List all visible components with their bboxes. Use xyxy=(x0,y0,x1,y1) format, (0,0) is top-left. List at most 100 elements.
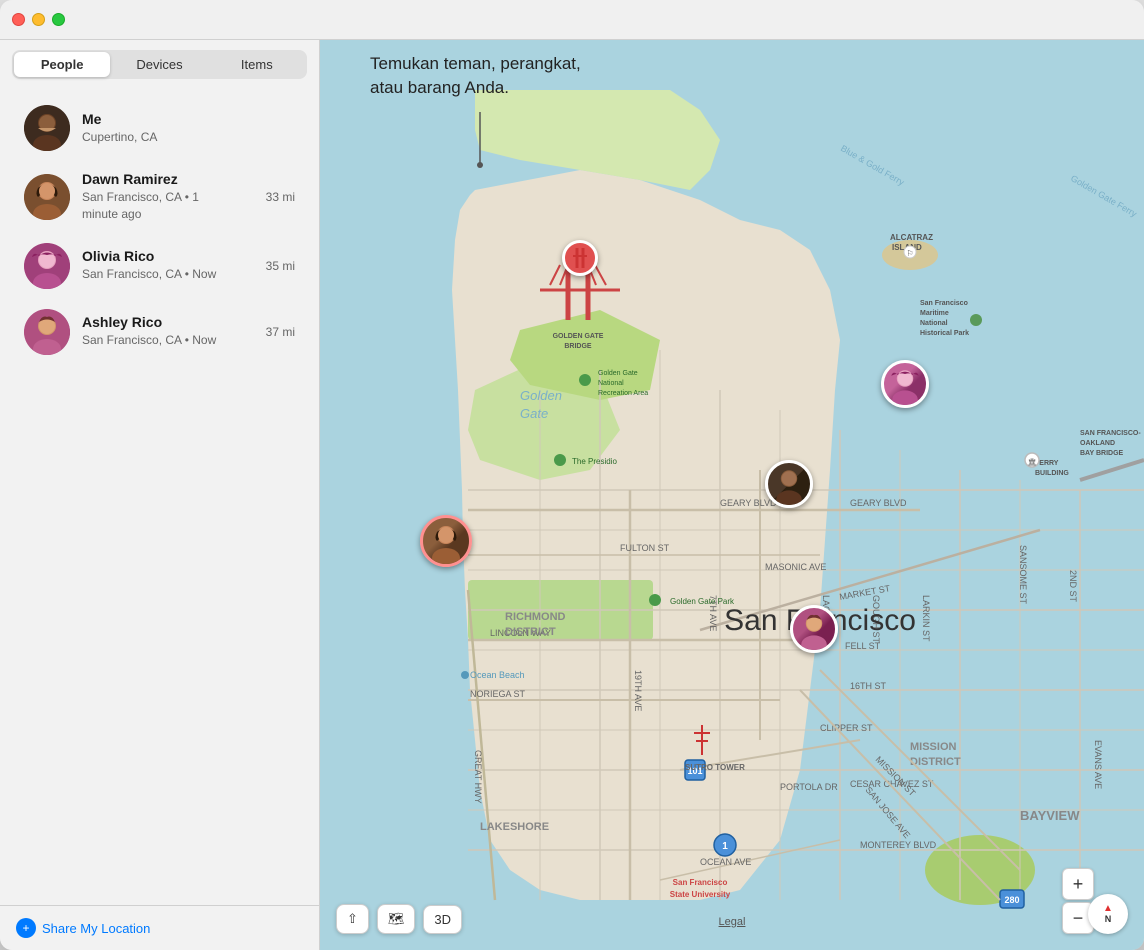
person-location-me: Cupertino, CA xyxy=(82,129,295,146)
svg-text:EVANS AVE: EVANS AVE xyxy=(1093,740,1103,789)
avatar-me xyxy=(24,105,70,151)
person-name-me: Me xyxy=(82,111,295,127)
map-pin-golden-gate[interactable] xyxy=(562,240,598,276)
person-name-olivia: Olivia Rico xyxy=(82,248,258,264)
tab-devices[interactable]: Devices xyxy=(111,52,207,77)
person-distance-olivia: 35 mi xyxy=(266,259,295,273)
close-button[interactable] xyxy=(12,13,25,26)
person-item-me[interactable]: Me Cupertino, CA xyxy=(8,95,311,161)
svg-text:San Francisco: San Francisco xyxy=(673,878,728,887)
svg-text:DISTRICT: DISTRICT xyxy=(505,626,556,638)
svg-text:GEARY BLVD: GEARY BLVD xyxy=(720,498,777,508)
main-content: People Devices Items xyxy=(0,40,1144,950)
svg-text:19TH AVE: 19TH AVE xyxy=(633,670,643,711)
svg-text:MONTEREY BLVD: MONTEREY BLVD xyxy=(860,840,937,850)
svg-text:GEARY BLVD: GEARY BLVD xyxy=(850,498,907,508)
svg-text:PORTOLA DR: PORTOLA DR xyxy=(780,782,838,792)
svg-text:Golden Gate Park: Golden Gate Park xyxy=(670,597,735,606)
person-name-dawn: Dawn Ramirez xyxy=(82,171,258,187)
svg-text:BAYVIEW: BAYVIEW xyxy=(1020,808,1080,823)
tab-items[interactable]: Items xyxy=(209,52,305,77)
svg-text:ALCATRAZ: ALCATRAZ xyxy=(890,233,933,242)
svg-text:SUTRO TOWER: SUTRO TOWER xyxy=(685,763,745,772)
svg-text:LAKESHORE: LAKESHORE xyxy=(480,821,549,833)
avatar-olivia xyxy=(24,243,70,289)
map-pin-me[interactable] xyxy=(765,460,813,508)
svg-text:GREAT HWY: GREAT HWY xyxy=(473,750,483,804)
svg-text:RICHMOND: RICHMOND xyxy=(505,611,566,623)
svg-text:The Presidio: The Presidio xyxy=(572,457,617,466)
title-bar xyxy=(0,0,1144,40)
traffic-lights xyxy=(12,13,65,26)
location-icon: ⇧ xyxy=(347,911,358,927)
three-d-button[interactable]: 3D xyxy=(423,905,462,934)
legal-link[interactable]: Legal xyxy=(719,916,746,928)
svg-text:Gate: Gate xyxy=(520,406,548,421)
svg-text:SANSOME ST: SANSOME ST xyxy=(1018,545,1028,605)
person-item-olivia[interactable]: Olivia Rico San Francisco, CA • Now 35 m… xyxy=(8,233,311,299)
person-name-ashley: Ashley Rico xyxy=(82,314,258,330)
tabs: People Devices Items xyxy=(12,50,307,79)
svg-text:Golden Gate: Golden Gate xyxy=(598,370,638,377)
svg-text:CLIPPER ST: CLIPPER ST xyxy=(820,723,873,733)
share-location-icon: + xyxy=(16,918,36,938)
svg-text:NORIEGA ST: NORIEGA ST xyxy=(470,689,526,699)
svg-text:16TH ST: 16TH ST xyxy=(850,681,887,691)
svg-text:SAN FRANCISCO-: SAN FRANCISCO- xyxy=(1080,430,1141,437)
avatar-dawn xyxy=(24,174,70,220)
tabs-container: People Devices Items xyxy=(0,40,319,87)
svg-text:Recreation Area: Recreation Area xyxy=(598,390,648,397)
map-type-button[interactable]: 🗺 xyxy=(377,904,416,934)
svg-text:San Francisco: San Francisco xyxy=(920,300,968,307)
svg-text:FELL ST: FELL ST xyxy=(845,641,881,651)
compass[interactable]: ▲ N xyxy=(1088,894,1128,934)
person-info-ashley: Ashley Rico San Francisco, CA • Now xyxy=(82,314,258,349)
person-info-olivia: Olivia Rico San Francisco, CA • Now xyxy=(82,248,258,283)
zoom-controls: + − xyxy=(1062,868,1094,934)
map-pin-dawn[interactable] xyxy=(420,515,472,567)
svg-text:DISTRICT: DISTRICT xyxy=(910,756,961,768)
svg-text:280: 280 xyxy=(1004,895,1019,905)
people-list: Me Cupertino, CA xyxy=(0,87,319,905)
person-info-me: Me Cupertino, CA xyxy=(82,111,295,146)
minimize-button[interactable] xyxy=(32,13,45,26)
app-window: People Devices Items xyxy=(0,0,1144,950)
svg-text:BUILDING: BUILDING xyxy=(1035,470,1069,477)
person-item-dawn[interactable]: Dawn Ramirez San Francisco, CA • 1minute… xyxy=(8,161,311,233)
share-location-label: Share My Location xyxy=(42,921,150,936)
svg-text:OCEAN AVE: OCEAN AVE xyxy=(700,857,751,867)
svg-text:National: National xyxy=(598,380,624,387)
svg-text:National: National xyxy=(920,320,948,327)
map-pin-ashley[interactable] xyxy=(790,605,838,653)
person-item-ashley[interactable]: Ashley Rico San Francisco, CA • Now 37 m… xyxy=(8,299,311,365)
share-location[interactable]: + Share My Location xyxy=(0,905,319,950)
map-area[interactable]: LINCOLN WAY NORIEGA ST GEARY BLVD GEARY … xyxy=(320,40,1144,950)
compass-n-label: N xyxy=(1105,914,1112,924)
tab-people[interactable]: People xyxy=(14,52,110,77)
zoom-in-button[interactable]: + xyxy=(1062,868,1094,900)
maximize-button[interactable] xyxy=(52,13,65,26)
svg-text:BRIDGE: BRIDGE xyxy=(564,343,592,350)
person-location-olivia: San Francisco, CA • Now xyxy=(82,266,258,283)
map-svg: LINCOLN WAY NORIEGA ST GEARY BLVD GEARY … xyxy=(320,40,1144,950)
person-info-dawn: Dawn Ramirez San Francisco, CA • 1minute… xyxy=(82,171,258,223)
svg-text:2ND ST: 2ND ST xyxy=(1068,570,1078,603)
sidebar: People Devices Items xyxy=(0,40,320,950)
person-distance-dawn: 33 mi xyxy=(266,190,295,204)
map-pin-olivia[interactable] xyxy=(881,360,929,408)
person-location-ashley: San Francisco, CA • Now xyxy=(82,332,258,349)
map-controls-bottom: ⇧ 🗺 3D xyxy=(336,904,462,934)
svg-text:MASONIC AVE: MASONIC AVE xyxy=(765,562,826,572)
location-button[interactable]: ⇧ xyxy=(336,904,369,934)
avatar-ashley xyxy=(24,309,70,355)
svg-text:Golden: Golden xyxy=(520,388,562,403)
svg-text:Maritime: Maritime xyxy=(920,310,949,317)
svg-text:FULTON ST: FULTON ST xyxy=(620,543,670,553)
person-location-dawn: San Francisco, CA • 1minute ago xyxy=(82,189,258,223)
svg-text:GOLDEN GATE: GOLDEN GATE xyxy=(553,333,604,340)
svg-text:MISSION: MISSION xyxy=(910,741,957,753)
svg-text:BAY BRIDGE: BAY BRIDGE xyxy=(1080,450,1124,457)
svg-text:1: 1 xyxy=(722,841,728,852)
svg-text:LARKIN ST: LARKIN ST xyxy=(921,595,931,642)
svg-text:🏛: 🏛 xyxy=(1028,458,1037,466)
